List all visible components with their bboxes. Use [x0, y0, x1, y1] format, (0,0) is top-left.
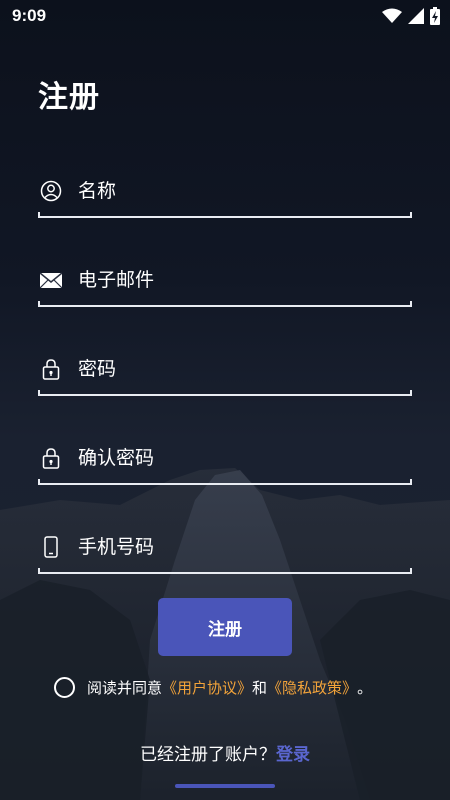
password-underline [38, 390, 412, 396]
confirm-password-underline [38, 479, 412, 485]
agreement-conjunction: 和 [252, 678, 268, 697]
email-field[interactable] [38, 257, 412, 307]
agreement-prefix: 阅读并同意 [87, 678, 163, 697]
login-row: 已经注册了账户？登录 [0, 740, 450, 765]
status-time: 9:09 [12, 6, 47, 25]
cellular-signal-icon [408, 8, 424, 24]
phone-input[interactable] [78, 532, 398, 562]
agreement-suffix: 。 [357, 678, 373, 697]
privacy-policy-link[interactable]: 《隐私政策》 [267, 677, 357, 698]
page-title: 注册 [38, 80, 100, 115]
register-button[interactable]: 注册 [158, 598, 292, 656]
wifi-icon [382, 8, 402, 23]
login-prompt: 已经注册了账户？ [140, 745, 276, 765]
phone-field[interactable] [38, 524, 412, 574]
confirm-password-input[interactable] [78, 443, 398, 473]
lock-icon [42, 359, 60, 380]
name-input[interactable] [78, 176, 398, 206]
mail-icon [40, 272, 62, 289]
user-icon [40, 180, 62, 202]
home-indicator[interactable] [175, 784, 275, 788]
password-input[interactable] [78, 354, 398, 384]
status-icons [382, 7, 440, 25]
mobile-phone-icon [44, 536, 58, 558]
email-input[interactable] [78, 265, 398, 295]
confirm-password-field[interactable] [38, 435, 412, 485]
login-link[interactable]: 登录 [276, 745, 310, 765]
battery-charging-icon [430, 7, 440, 25]
agreement-row: 阅读并同意 《用户协议》 和 《隐私政策》 。 [54, 674, 372, 700]
phone-underline [38, 568, 412, 574]
name-underline [38, 212, 412, 218]
password-field[interactable] [38, 346, 412, 396]
lock-icon [42, 448, 60, 469]
register-screen: 9:09 注册 名称 电子邮件 手机号码 注册 阅读并同意 《用户协议》 和 《… [0, 0, 450, 800]
email-underline [38, 301, 412, 307]
agreement-radio[interactable] [54, 676, 75, 698]
name-field[interactable] [38, 168, 412, 218]
status-bar: 9:09 [0, 0, 450, 32]
user-agreement-link[interactable]: 《用户协议》 [162, 677, 252, 698]
